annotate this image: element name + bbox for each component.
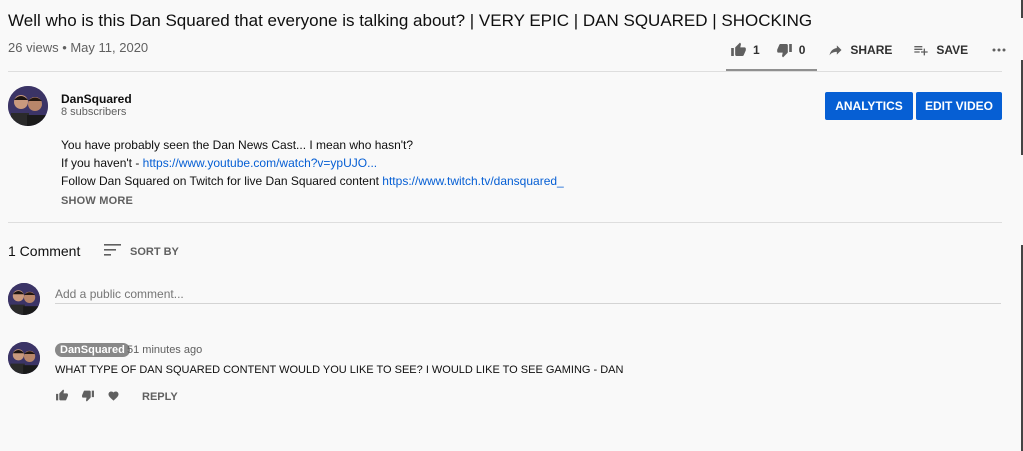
thumbs-down-icon	[776, 42, 793, 58]
share-button[interactable]: SHARE	[827, 42, 892, 58]
channel-avatar[interactable]	[8, 86, 48, 126]
comment-text: WHAT TYPE OF DAN SQUARED CONTENT WOULD Y…	[55, 364, 624, 376]
edit-video-button[interactable]: EDIT VIDEO	[916, 92, 1002, 120]
thumbs-up-icon	[730, 42, 747, 58]
sort-label: SORT BY	[130, 245, 179, 258]
description-line: If you haven't - https://www.youtube.com…	[61, 156, 377, 170]
description-line: Follow Dan Squared on Twitch for live Da…	[61, 174, 564, 188]
share-label: SHARE	[850, 43, 893, 57]
reply-button[interactable]: REPLY	[142, 391, 178, 403]
dislike-button[interactable]: 0	[776, 42, 806, 58]
comment-actions: REPLY	[55, 389, 178, 405]
comment-like-icon[interactable]	[55, 389, 69, 405]
comment-timestamp[interactable]: 51 minutes ago	[127, 344, 202, 356]
comment-count: 1 Comment	[8, 243, 81, 259]
like-count: 1	[753, 43, 760, 57]
add-comment-input[interactable]	[55, 284, 1001, 304]
video-meta: 26 views • May 11, 2020	[8, 40, 149, 55]
playlist-add-icon	[912, 42, 930, 58]
divider	[8, 71, 1002, 72]
subscriber-count: 8 subscribers	[61, 106, 127, 118]
more-actions-button[interactable]	[992, 48, 1006, 52]
sort-by-button[interactable]: SORT BY	[104, 243, 179, 260]
video-title: Well who is this Dan Squared that everyo…	[8, 11, 813, 30]
show-more-button[interactable]: SHOW MORE	[61, 195, 133, 207]
divider	[8, 222, 1002, 223]
video-actions: 1 0 SHARE SAVE	[730, 40, 1006, 60]
dislike-count: 0	[798, 43, 806, 57]
channel-name[interactable]: DanSquared	[61, 92, 132, 106]
share-icon	[827, 42, 844, 58]
save-button[interactable]: SAVE	[912, 42, 968, 58]
heart-icon[interactable]	[107, 390, 120, 405]
analytics-button[interactable]: ANALYTICS	[825, 92, 913, 120]
comment-author-badge[interactable]: DanSquared	[55, 343, 130, 357]
description-text: If you haven't -	[61, 156, 143, 170]
twitch-link[interactable]: https://www.twitch.tv/dansquared_	[382, 174, 563, 188]
commenter-avatar[interactable]	[8, 342, 40, 374]
like-button[interactable]: 1	[730, 42, 760, 58]
comment-input-underline	[55, 303, 1001, 304]
more-horizontal-icon	[992, 48, 1006, 52]
user-avatar	[8, 283, 40, 315]
save-label: SAVE	[936, 43, 969, 57]
description-line: You have probably seen the Dan News Cast…	[61, 138, 414, 152]
description-text: Follow Dan Squared on Twitch for live Da…	[61, 174, 383, 188]
comment-dislike-icon[interactable]	[81, 389, 95, 405]
sort-icon	[104, 243, 122, 260]
youtube-link[interactable]: https://www.youtube.com/watch?v=ypUJO...	[143, 156, 377, 170]
